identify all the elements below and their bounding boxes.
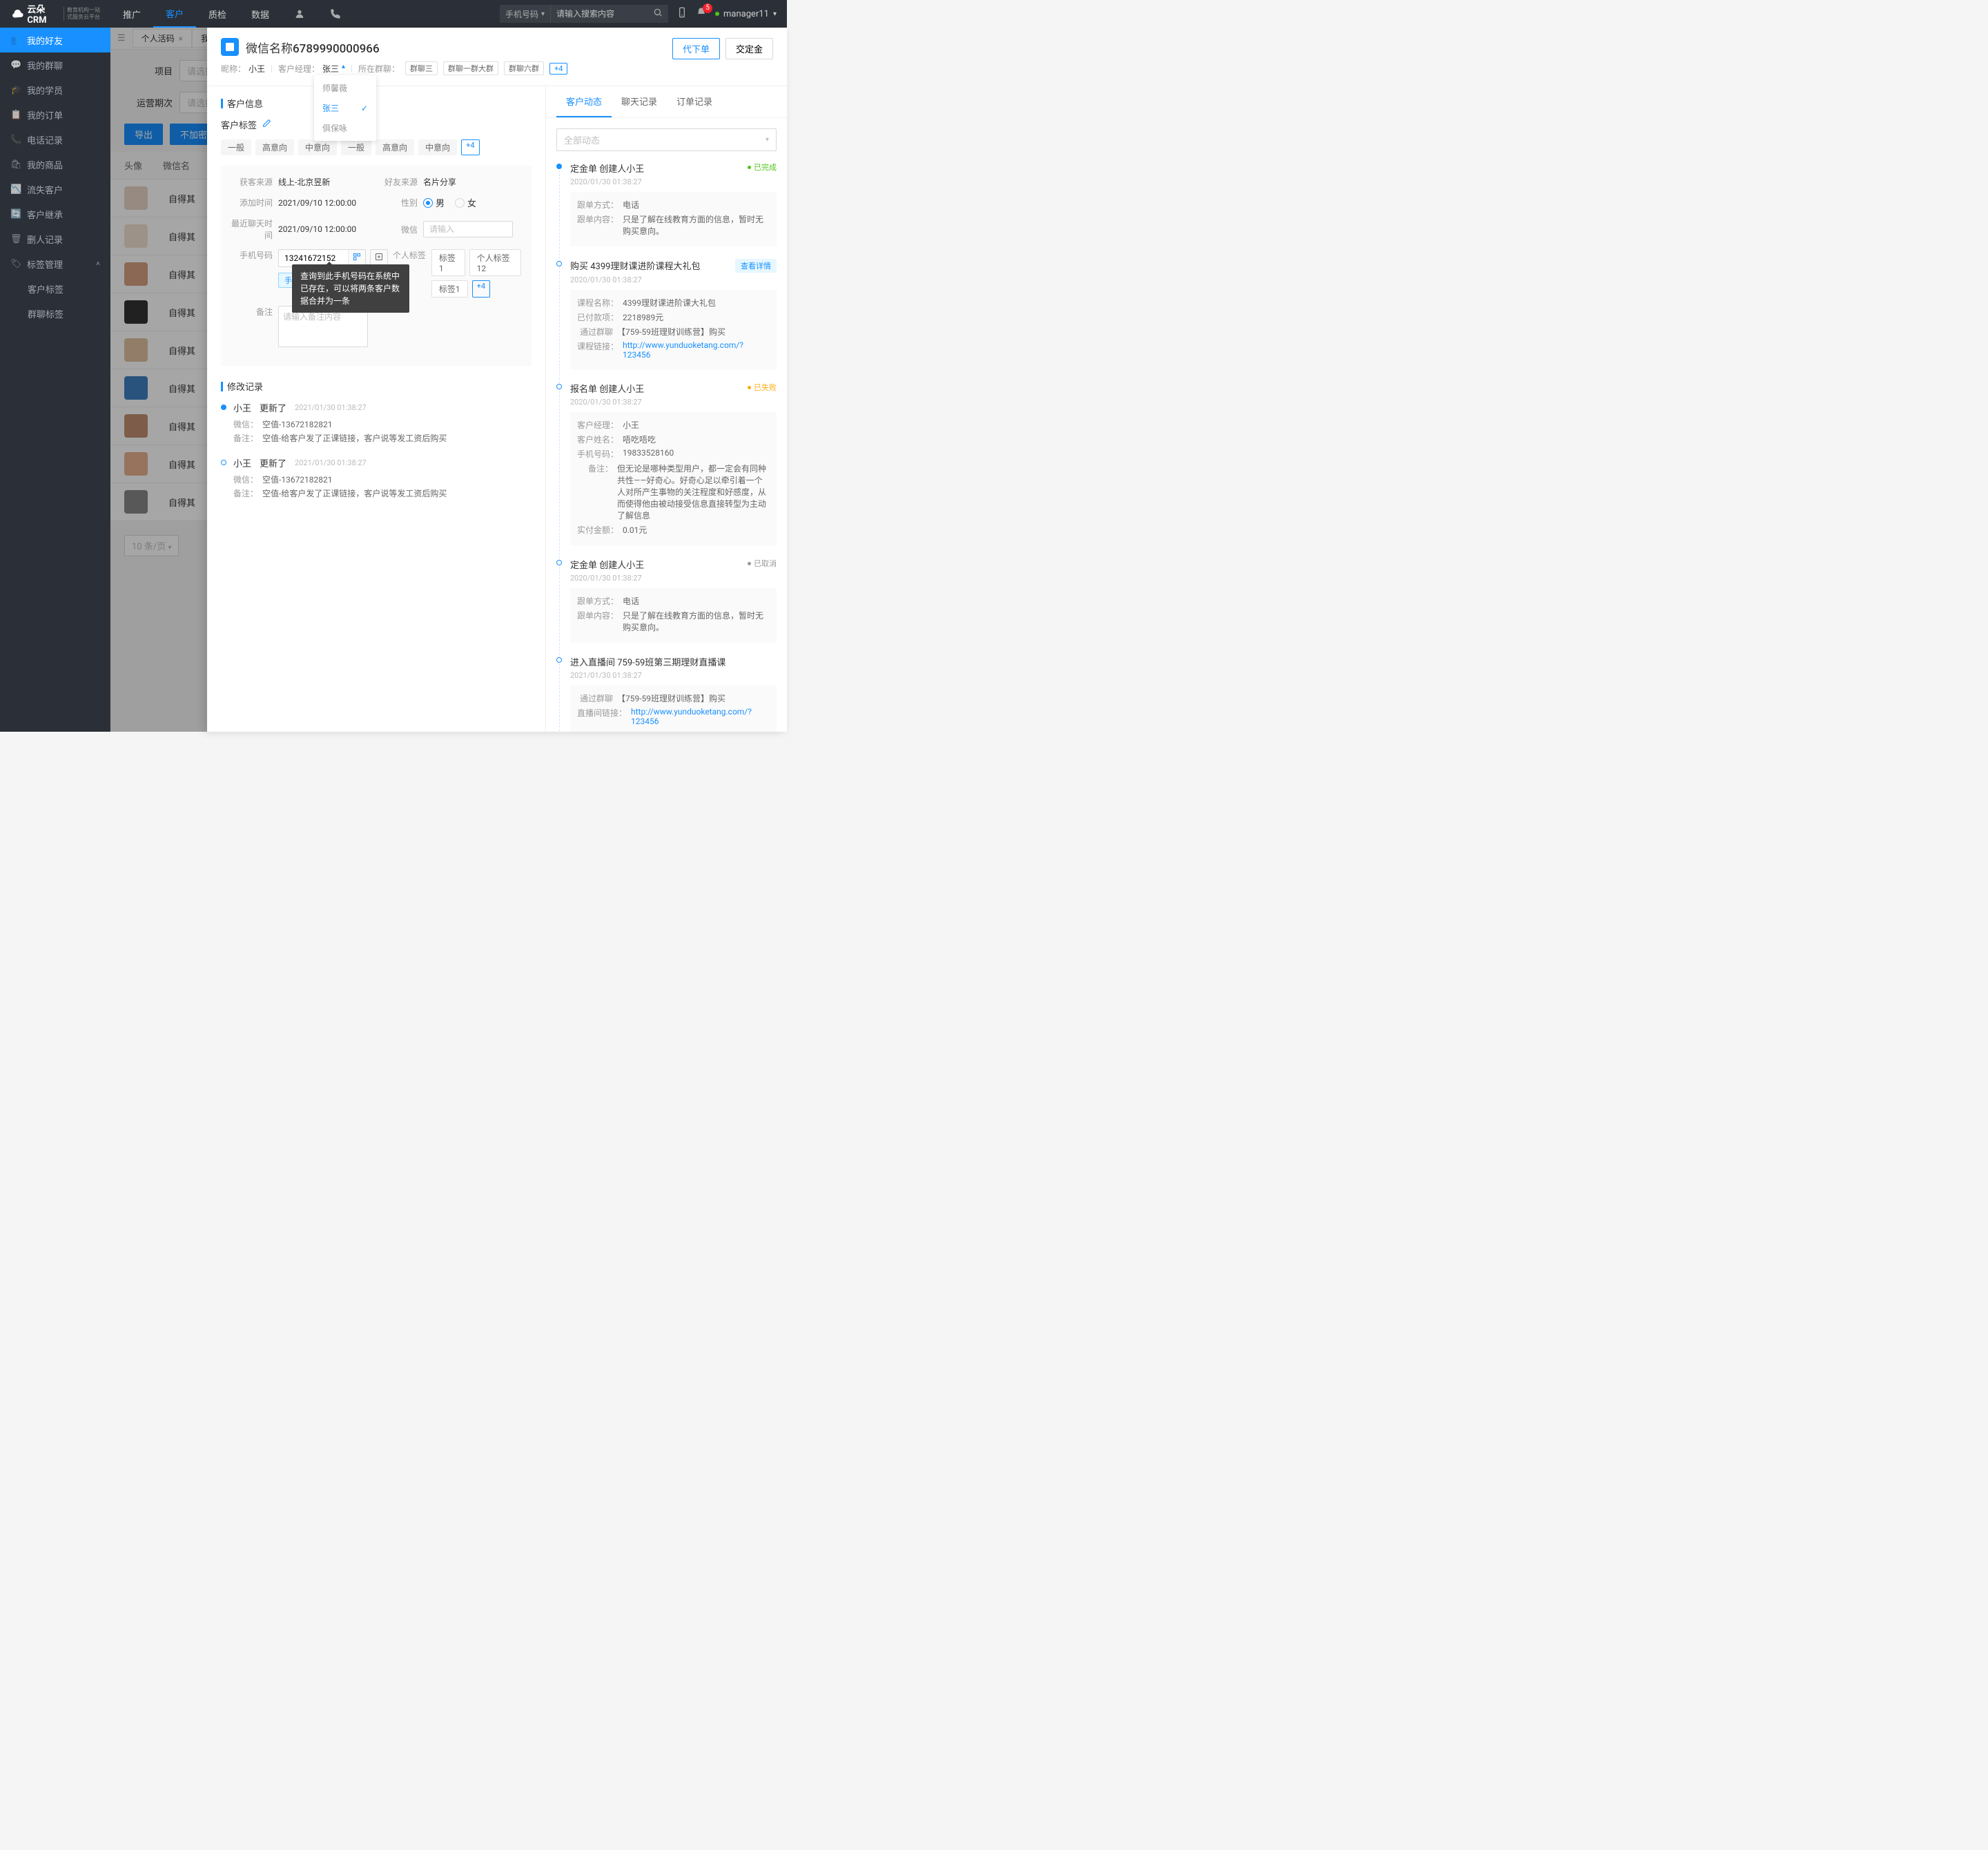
view-detail-button[interactable]: 查看详情 [735,259,777,273]
sidebar-item[interactable]: 🏷标签管理˄ [0,251,110,276]
sidebar-item[interactable]: 🎓我的学员 [0,77,110,102]
drawer-left: 客户信息 客户标签 一般高意向中意向一般高意向中意向+4 获客来源线上-北京昱新… [207,86,545,732]
timeline-item: 进入直播间 759-59班第三期理财直播课2021/01/30 01:38:27… [570,655,777,732]
manager-select[interactable]: 客户经理：张三▴ [278,63,345,75]
search-input[interactable] [551,5,647,23]
more-ptags[interactable]: +4 [472,280,490,298]
nav-item[interactable]: 质检 [196,0,239,28]
right-tab[interactable]: 订单记录 [667,86,722,117]
nav-item[interactable]: 数据 [239,0,282,28]
timeline-item: 定金单 创建人小王已取消2020/01/30 01:38:27跟单方式：电话跟单… [570,558,777,643]
history-item: 小王更新了2021/01/30 01:38:27微信：空值-1367218282… [221,456,532,501]
phone-tooltip: 查询到此手机号码在系统中已存在，可以将两条客户数据合并为一条 [292,264,409,313]
wechat-input[interactable] [423,221,513,237]
radio-female[interactable]: 女 [455,196,476,209]
sidebar-subitem[interactable]: 群聊标签 [0,301,110,326]
check-icon: ✓ [361,104,368,113]
logo: 云朵CRM 教育机构一站 式服务云平台 [0,2,110,26]
user-menu[interactable]: manager11▾ [715,9,777,19]
proxy-order-button[interactable]: 代下单 [672,38,720,59]
drawer-title: 微信名称6789990000966 [246,39,380,56]
history-item: 小王更新了2021/01/30 01:38:27微信：空值-1367218282… [221,401,532,446]
timeline-item: 报名单 创建人小王已失败2020/01/30 01:38:27客户经理：小王客户… [570,382,777,545]
customer-tag: 一般 [221,139,251,155]
customer-tag: 中意向 [298,139,337,155]
section-title: 修改记录 [221,380,532,393]
sidebar-item[interactable]: 💬我的群聊 [0,52,110,77]
sidebar-item[interactable]: 📞电话记录 [0,127,110,152]
customer-tag: 高意向 [255,139,294,155]
timeline: 定金单 创建人小王已完成2020/01/30 01:38:27跟单方式：电话跟单… [556,162,777,732]
customer-tag: 中意向 [418,139,457,155]
dropdown-option[interactable]: 张三✓ [314,98,376,118]
drawer-subinfo: 昵称：小王 | 客户经理：张三▴ | 所在群聊： 群聊三 群聊一群大群 群聊六群… [221,61,773,75]
search-button[interactable] [647,5,668,23]
sidebar-item[interactable]: 👥我的好友 [0,28,110,52]
dropdown-option[interactable]: 俱保咏 [314,118,376,138]
sidebar-item[interactable]: 🗑删人记录 [0,226,110,251]
search-group: 手机号码▾ [500,5,668,23]
right-tab[interactable]: 客户动态 [556,86,612,117]
timeline-item: 定金单 创建人小王已完成2020/01/30 01:38:27跟单方式：电话跟单… [570,162,777,246]
sidebar-item[interactable]: 📉流失客户 [0,177,110,202]
drawer-right: 客户动态聊天记录订单记录 全部动态▾ 定金单 创建人小王已完成2020/01/3… [545,86,787,732]
top-nav: 推广客户质检数据 [110,0,353,28]
sidebar-item[interactable]: 🛍我的商品 [0,152,110,177]
sidebar-subitem[interactable]: 客户标签 [0,276,110,301]
sidebar-item[interactable]: 📋我的订单 [0,102,110,127]
more-tags[interactable]: +4 [461,139,479,155]
sidebar-item[interactable]: 🔄客户继承 [0,202,110,226]
header: 云朵CRM 教育机构一站 式服务云平台 推广客户质检数据 手机号码▾ 5 man… [0,0,787,28]
phone-icon[interactable] [318,0,353,28]
more-groups[interactable]: +4 [549,63,567,75]
customer-tag: 一般 [341,139,371,155]
timeline-item: 购买 4399理财课进阶课程大礼包查看详情2020/01/30 01:38:27… [570,259,777,369]
nav-item[interactable]: 客户 [153,0,196,28]
edit-icon[interactable] [262,119,271,130]
radio-male[interactable]: 男 [423,196,445,209]
manager-dropdown: 师馨薇 张三✓ 俱保咏 [314,75,376,141]
sidebar: 👥我的好友💬我的群聊🎓我的学员📋我的订单📞电话记录🛍我的商品📉流失客户🔄客户继承… [0,28,110,732]
wechat-icon [221,38,239,56]
nav-item[interactable]: 推广 [110,0,153,28]
right-tab[interactable]: 聊天记录 [612,86,667,117]
customer-tag: 高意向 [376,139,414,155]
mobile-icon[interactable] [676,7,688,21]
section-title: 客户信息 [221,97,532,110]
user-icon[interactable] [282,0,318,28]
drawer-header: 微信名称6789990000966 代下单 交定金 昵称：小王 | 客户经理：张… [207,28,787,86]
bell-icon[interactable]: 5 [696,7,707,21]
right-tabs: 客户动态聊天记录订单记录 [546,86,787,118]
activity-filter[interactable]: 全部动态▾ [556,128,777,151]
search-type-select[interactable]: 手机号码▾ [500,5,551,23]
info-grid: 获客来源线上-北京昱新 好友来源名片分享 添加时间2021/09/10 12:0… [221,166,532,366]
dropdown-option[interactable]: 师馨薇 [314,78,376,98]
deposit-button[interactable]: 交定金 [725,38,773,59]
customer-drawer: 微信名称6789990000966 代下单 交定金 昵称：小王 | 客户经理：张… [207,28,787,732]
